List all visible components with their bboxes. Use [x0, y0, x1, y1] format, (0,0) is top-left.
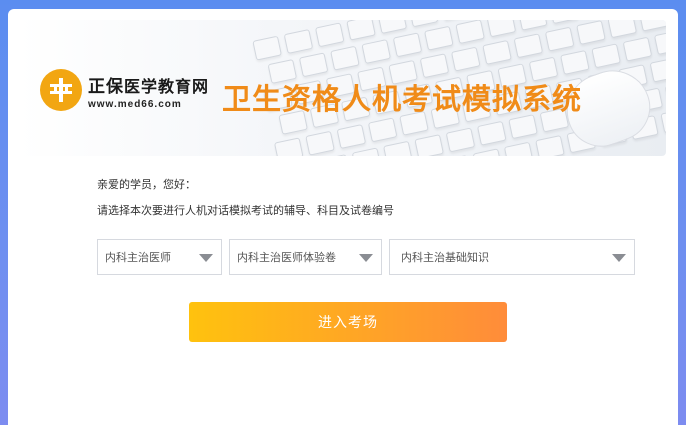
greeting-text: 亲爱的学员，您好： — [97, 178, 196, 191]
keyboard-key — [472, 148, 503, 156]
keyboard-key — [314, 22, 345, 48]
brand-block: 正保医学教育网 www.med66.com — [88, 72, 218, 110]
subject-select[interactable]: 内科主治医师体验卷 — [229, 239, 382, 275]
keyboard-key — [476, 120, 507, 146]
med66-logo-icon — [40, 69, 82, 111]
paper-select-value: 内科主治基础知识 — [401, 251, 489, 264]
keyboard-key — [517, 20, 548, 31]
brand-name-suffix: 医学教育网 — [124, 79, 210, 96]
brand-name: 正保医学教育网 — [88, 72, 218, 97]
keyboard-key — [653, 30, 666, 55]
keyboard-key — [252, 35, 282, 61]
tutoring-select-value: 内科主治医师 — [105, 251, 171, 264]
keyboard-key — [622, 36, 653, 62]
keyboard-key — [305, 130, 335, 156]
instruction-text: 请选择本次要进行人机对话模拟考试的辅导、科目及试卷编号 — [97, 204, 394, 217]
keyboard-key — [298, 52, 329, 78]
keyboard-key — [649, 57, 666, 83]
chevron-down-icon — [612, 254, 626, 262]
paper-select[interactable]: 内科主治基础知识 — [389, 239, 635, 275]
keyboard-key — [455, 20, 485, 45]
keyboard-key — [607, 20, 638, 39]
keyboard-key — [273, 137, 304, 156]
chevron-down-icon — [199, 254, 213, 262]
keyboard-key — [535, 135, 565, 156]
keyboard-key — [544, 26, 575, 52]
keyboard-key — [346, 20, 376, 41]
keyboard-key — [503, 141, 534, 156]
brand-url: www.med66.com — [88, 99, 182, 110]
keyboard-key — [450, 46, 481, 72]
keyboard-key — [377, 20, 408, 34]
keyboard-key — [424, 25, 454, 51]
keyboard-key — [361, 39, 392, 65]
keyboard-key — [576, 20, 606, 45]
keyboard-key — [320, 154, 351, 156]
keyboard-key — [330, 45, 360, 71]
keyboard-key — [419, 53, 450, 79]
keyboard-key — [441, 154, 471, 156]
keyboard-key — [486, 20, 517, 38]
keyboard-key — [560, 49, 590, 75]
keyboard-key — [383, 140, 413, 156]
system-title: 卫生资格人机考试模拟系统 — [222, 82, 583, 116]
keyboard-key — [440, 20, 470, 21]
keyboard-key — [414, 134, 444, 156]
enter-exam-button[interactable]: 进入考场 — [189, 302, 507, 342]
header-banner: 正保医学教育网 www.med66.com 卫生资格人机考试模拟系统 — [18, 20, 666, 156]
keyboard-key — [445, 127, 476, 153]
keyboard-key — [351, 147, 382, 156]
keyboard-key — [549, 20, 579, 25]
keyboard-key — [367, 117, 398, 143]
keyboard-key — [638, 20, 666, 32]
keyboard-key — [336, 124, 367, 150]
keyboard-key — [664, 80, 666, 106]
keyboard-key — [392, 32, 423, 58]
keyboard-key — [660, 108, 666, 134]
chevron-down-icon — [359, 254, 373, 262]
subject-select-value: 内科主治医师体验卷 — [237, 251, 336, 264]
keyboard-key — [482, 39, 512, 65]
keyboard-key — [283, 28, 314, 54]
brand-name-prefix: 正保 — [88, 77, 124, 96]
tutoring-select[interactable]: 内科主治医师 — [97, 239, 222, 275]
keyboard-key — [513, 33, 544, 59]
keyboard-key — [591, 43, 621, 69]
keyboard-key — [408, 20, 439, 28]
